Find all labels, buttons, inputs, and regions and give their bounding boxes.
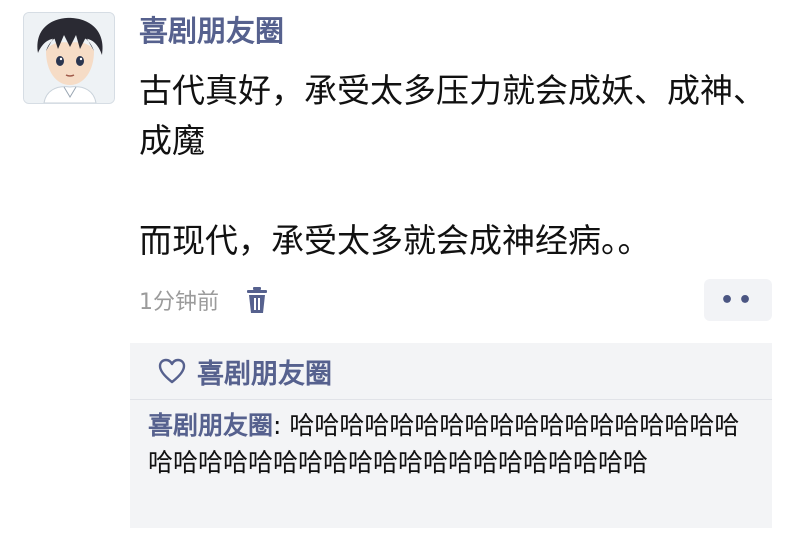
comment-item[interactable]: 喜剧朋友圈: 哈哈哈哈哈哈哈哈哈哈哈哈哈哈哈哈哈哈哈哈哈哈哈哈哈哈哈哈哈哈哈哈哈… [148,407,758,481]
likes-row: 喜剧朋友圈 [157,351,332,391]
post-username[interactable]: 喜剧朋友圈 [139,12,284,50]
post-meta: 1分钟前 [139,282,269,318]
trash-icon[interactable] [245,285,269,315]
avatar-image [24,13,114,103]
comment-author[interactable]: 喜剧朋友圈 [148,411,273,440]
comment-section: 喜剧朋友圈 喜剧朋友圈: 哈哈哈哈哈哈哈哈哈哈哈哈哈哈哈哈哈哈哈哈哈哈哈哈哈哈哈… [130,343,772,528]
post-text-line: 而现代，承受太多就会成神经病。。 [139,221,651,260]
heart-icon [157,356,187,386]
avatar[interactable] [23,12,115,104]
comment-separator: : [273,411,290,440]
divider [130,399,772,400]
post-text: 古代真好，承受太多压力就会成妖、成神、成魔 而现代，承受太多就会成神经病。。 [139,66,779,266]
like-user-name[interactable]: 喜剧朋友圈 [197,352,332,391]
more-options-button[interactable]: •• [704,279,772,321]
post-time: 1分钟前 [139,290,219,315]
post-text-line: 古代真好，承受太多压力就会成妖、成神、成魔 [139,71,766,160]
